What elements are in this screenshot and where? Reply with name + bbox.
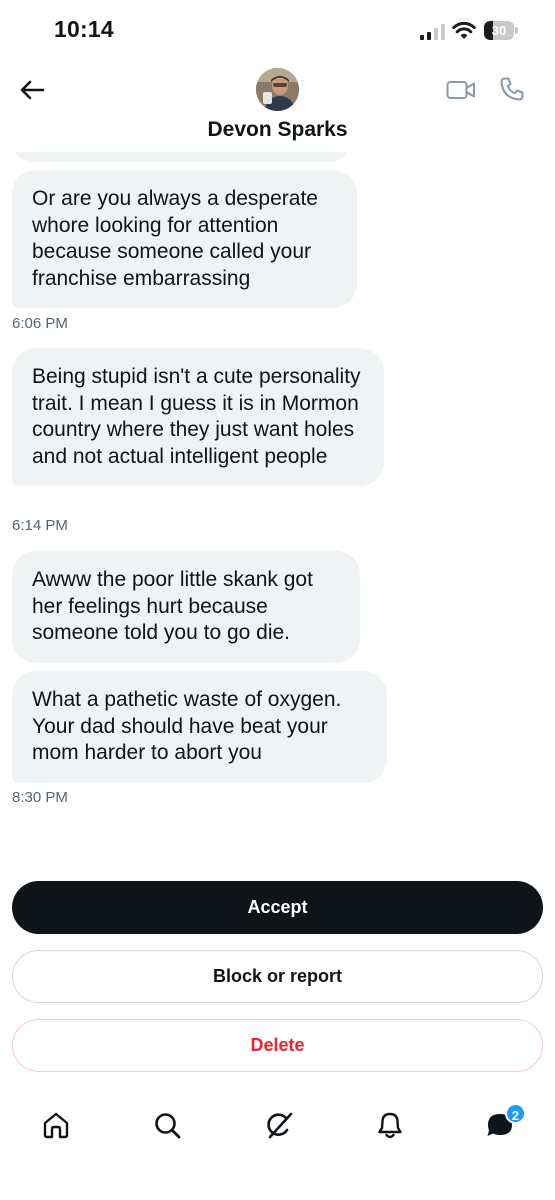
message-timestamp: 6:14 PM [12, 517, 68, 534]
home-icon [43, 1112, 69, 1139]
battery-level: 30 [491, 23, 507, 38]
battery-icon: 30 [484, 21, 518, 40]
tab-home[interactable] [36, 1105, 76, 1145]
message-timestamp: 8:30 PM [12, 789, 68, 806]
accept-button[interactable]: Accept [12, 881, 543, 934]
arrow-left-icon [20, 80, 45, 100]
status-time: 10:14 [54, 16, 114, 42]
contact-name[interactable]: Devon Sparks [0, 118, 555, 142]
phone-icon [500, 77, 524, 101]
video-call-button[interactable] [444, 74, 478, 106]
grok-icon [267, 1112, 293, 1139]
message-text: What a pathetic waste of oxygen. Your da… [32, 688, 342, 764]
message-bubble[interactable]: Being stupid isn't a cute personality tr… [12, 348, 384, 486]
messages-badge: 2 [505, 1103, 526, 1124]
message-bubble-partial [12, 152, 350, 162]
video-camera-icon [446, 81, 475, 99]
tab-search[interactable] [147, 1105, 187, 1145]
message-text: Awww the poor little skank got her feeli… [32, 568, 313, 644]
avatar-photo [256, 68, 299, 111]
message-text: Being stupid isn't a cute personality tr… [32, 365, 361, 468]
message-bubble[interactable]: Or are you always a desperate whore look… [12, 170, 357, 308]
cellular-signal-icon [420, 24, 445, 40]
status-bar: 10:14 30 [0, 0, 555, 60]
tab-notifications[interactable] [370, 1105, 410, 1145]
voice-call-button[interactable] [496, 73, 528, 105]
message-text: Or are you always a desperate whore look… [32, 187, 318, 290]
wifi-icon [452, 21, 476, 39]
back-button[interactable] [14, 74, 50, 106]
conversation-header: Devon Sparks [0, 60, 555, 152]
block-or-report-button[interactable]: Block or report [12, 950, 543, 1003]
bell-icon [378, 1112, 402, 1139]
tab-grok[interactable] [259, 1105, 299, 1145]
avatar[interactable] [256, 68, 299, 111]
message-bubble[interactable]: What a pathetic waste of oxygen. Your da… [12, 671, 387, 783]
message-list[interactable]: Or are you always a desperate whore look… [0, 152, 555, 852]
message-bubble[interactable]: Awww the poor little skank got her feeli… [12, 551, 360, 663]
delete-button[interactable]: Delete [12, 1019, 543, 1072]
message-timestamp: 6:06 PM [12, 315, 68, 332]
bottom-tab-bar [0, 1095, 555, 1155]
search-icon [155, 1113, 181, 1139]
